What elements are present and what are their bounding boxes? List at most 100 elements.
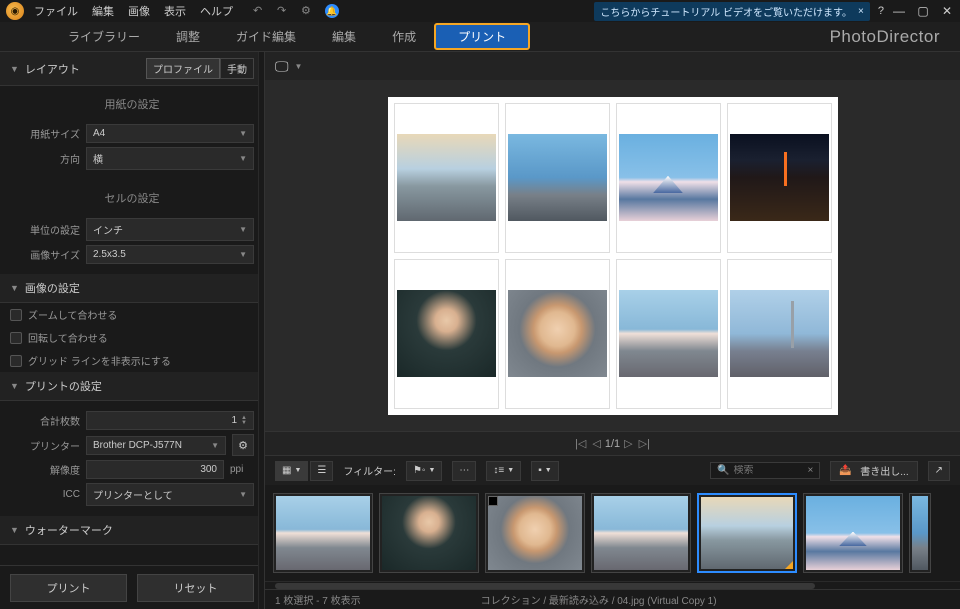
hide-grid-label: グリッド ラインを非表示にする bbox=[28, 353, 171, 368]
preview-cell[interactable] bbox=[616, 103, 721, 253]
window-maximize-icon[interactable]: ▢ bbox=[916, 4, 930, 18]
rotate-fit-checkbox[interactable] bbox=[10, 332, 22, 344]
layout-mode-profile[interactable]: プロファイル bbox=[146, 58, 220, 79]
view-list-button[interactable]: ☰ bbox=[310, 461, 333, 481]
preview-cell[interactable] bbox=[727, 259, 832, 409]
menu-view[interactable]: 表示 bbox=[164, 3, 186, 19]
tab-edit[interactable]: 編集 bbox=[314, 24, 374, 49]
tab-adjust[interactable]: 調整 bbox=[158, 24, 218, 49]
caret-down-icon: ▼ bbox=[239, 225, 247, 234]
menu-image[interactable]: 画像 bbox=[128, 3, 150, 19]
tab-print[interactable]: プリント bbox=[434, 23, 530, 50]
zoom-fit-checkbox[interactable] bbox=[10, 309, 22, 321]
window-close-icon[interactable]: ✕ bbox=[940, 4, 954, 18]
caret-down-icon: ▼ bbox=[239, 129, 247, 138]
view-grid-button[interactable]: ▦▼ bbox=[275, 461, 308, 481]
tab-guided[interactable]: ガイド編集 bbox=[218, 24, 314, 49]
breadcrumb-path: コレクション / 最新読み込み / 04.jpg (Virtual Copy 1… bbox=[481, 592, 717, 607]
preview-cell[interactable] bbox=[505, 259, 610, 409]
menu-edit[interactable]: 編集 bbox=[92, 3, 114, 19]
export-button[interactable]: 📤 書き出し... bbox=[830, 461, 918, 481]
total-count-input[interactable]: 1▲▼ bbox=[86, 411, 254, 430]
selection-status: 1 枚選択 - 7 枚表示 bbox=[275, 592, 361, 607]
zoom-fit-label: ズームして合わせる bbox=[28, 307, 117, 322]
section-image-title: 画像の設定 bbox=[25, 280, 80, 296]
unit-select[interactable]: インチ▼ bbox=[86, 218, 254, 241]
filmstrip-thumb[interactable] bbox=[591, 493, 691, 573]
paper-size-select[interactable]: A4▼ bbox=[86, 124, 254, 143]
app-title: PhotoDirector bbox=[830, 27, 940, 47]
clear-search-icon[interactable]: × bbox=[807, 465, 813, 476]
search-input[interactable]: 🔍 × bbox=[710, 462, 820, 479]
filmstrip-thumb[interactable] bbox=[485, 493, 585, 573]
help-icon[interactable]: ? bbox=[878, 5, 884, 17]
filter-label: フィルター: bbox=[343, 463, 396, 478]
page-prev-icon[interactable]: ◁ bbox=[590, 437, 602, 450]
sort-button[interactable]: ↕≡▼ bbox=[486, 461, 521, 481]
tab-library[interactable]: ライブラリー bbox=[50, 24, 158, 49]
resolution-input[interactable]: 300 bbox=[86, 460, 224, 479]
tutorial-close-icon[interactable]: × bbox=[858, 6, 864, 17]
app-logo: ◉ bbox=[6, 2, 24, 20]
image-size-select[interactable]: 2.5x3.5▼ bbox=[86, 245, 254, 264]
filmstrip-thumb[interactable] bbox=[697, 493, 797, 573]
filter-label-button[interactable]: ▪▼ bbox=[531, 461, 558, 481]
menu-file[interactable]: ファイル bbox=[34, 3, 78, 19]
layout-mode-manual[interactable]: 手動 bbox=[220, 58, 254, 79]
print-button[interactable]: プリント bbox=[10, 574, 127, 602]
filmstrip-thumb[interactable] bbox=[909, 493, 931, 573]
chevron-down-icon[interactable]: ▼ bbox=[10, 525, 19, 535]
preview-cell[interactable] bbox=[394, 103, 499, 253]
redo-icon[interactable]: ↷ bbox=[277, 4, 291, 18]
preview-cell[interactable] bbox=[616, 259, 721, 409]
orientation-label: 方向 bbox=[10, 151, 80, 166]
preview-cell[interactable] bbox=[394, 259, 499, 409]
filmstrip-thumb[interactable] bbox=[379, 493, 479, 573]
paper-settings-title: 用紙の設定 bbox=[10, 92, 254, 120]
page-indicator: 1/1 bbox=[605, 438, 620, 450]
chevron-down-icon[interactable]: ▼ bbox=[10, 64, 19, 74]
filmstrip-thumb[interactable] bbox=[803, 493, 903, 573]
total-count-label: 合計枚数 bbox=[10, 413, 80, 428]
search-field[interactable] bbox=[733, 465, 803, 476]
sidebar-scrollbar[interactable] bbox=[258, 52, 264, 609]
tutorial-banner[interactable]: こちらからチュートリアル ビデオをご覧いただけます。 × bbox=[594, 2, 870, 21]
gear-icon: ⚙ bbox=[238, 439, 248, 452]
image-size-label: 画像サイズ bbox=[10, 247, 80, 262]
caret-down-icon: ▼ bbox=[239, 490, 247, 499]
filter-rating-button[interactable]: ⋯ bbox=[452, 461, 476, 481]
section-layout-title: レイアウト bbox=[25, 61, 80, 77]
menu-help[interactable]: ヘルプ bbox=[200, 3, 233, 19]
filmstrip-thumb[interactable] bbox=[273, 493, 373, 573]
chevron-down-icon[interactable]: ▼ bbox=[10, 381, 19, 391]
caret-down-icon: ▼ bbox=[211, 441, 219, 450]
printer-select[interactable]: Brother DCP-J577N▼ bbox=[86, 436, 226, 455]
share-button[interactable]: ↗ bbox=[928, 461, 950, 481]
page-last-icon[interactable]: ▷| bbox=[637, 437, 652, 450]
undo-icon[interactable]: ↶ bbox=[253, 4, 267, 18]
print-preview-paper bbox=[388, 97, 838, 415]
reset-button[interactable]: リセット bbox=[137, 574, 254, 602]
filmstrip-scrollbar[interactable] bbox=[265, 581, 960, 589]
notification-icon[interactable]: 🔔 bbox=[325, 4, 339, 18]
filmstrip[interactable] bbox=[265, 485, 960, 581]
gear-icon[interactable]: ⚙ bbox=[301, 4, 315, 18]
filter-flag-button[interactable]: ⚑◦▼ bbox=[406, 461, 442, 481]
orientation-select[interactable]: 横▼ bbox=[86, 147, 254, 170]
section-watermark-title: ウォーターマーク bbox=[25, 522, 113, 538]
printer-settings-button[interactable]: ⚙ bbox=[232, 434, 254, 456]
chevron-down-icon[interactable]: ▼ bbox=[10, 283, 19, 293]
preview-cell[interactable] bbox=[727, 103, 832, 253]
tab-create[interactable]: 作成 bbox=[374, 24, 434, 49]
caret-down-icon[interactable]: ▼ bbox=[295, 62, 303, 71]
page-next-icon[interactable]: ▷ bbox=[622, 437, 634, 450]
window-minimize-icon[interactable]: — bbox=[892, 4, 906, 18]
hide-grid-checkbox[interactable] bbox=[10, 355, 22, 367]
display-mode-icon[interactable]: 🖵 bbox=[275, 58, 289, 75]
resolution-unit: ppi bbox=[230, 464, 254, 475]
preview-cell[interactable] bbox=[505, 103, 610, 253]
icc-select[interactable]: プリンターとして▼ bbox=[86, 483, 254, 506]
page-first-icon[interactable]: |◁ bbox=[573, 437, 588, 450]
virtual-copy-icon bbox=[785, 561, 793, 569]
printer-label: プリンター bbox=[10, 438, 80, 453]
